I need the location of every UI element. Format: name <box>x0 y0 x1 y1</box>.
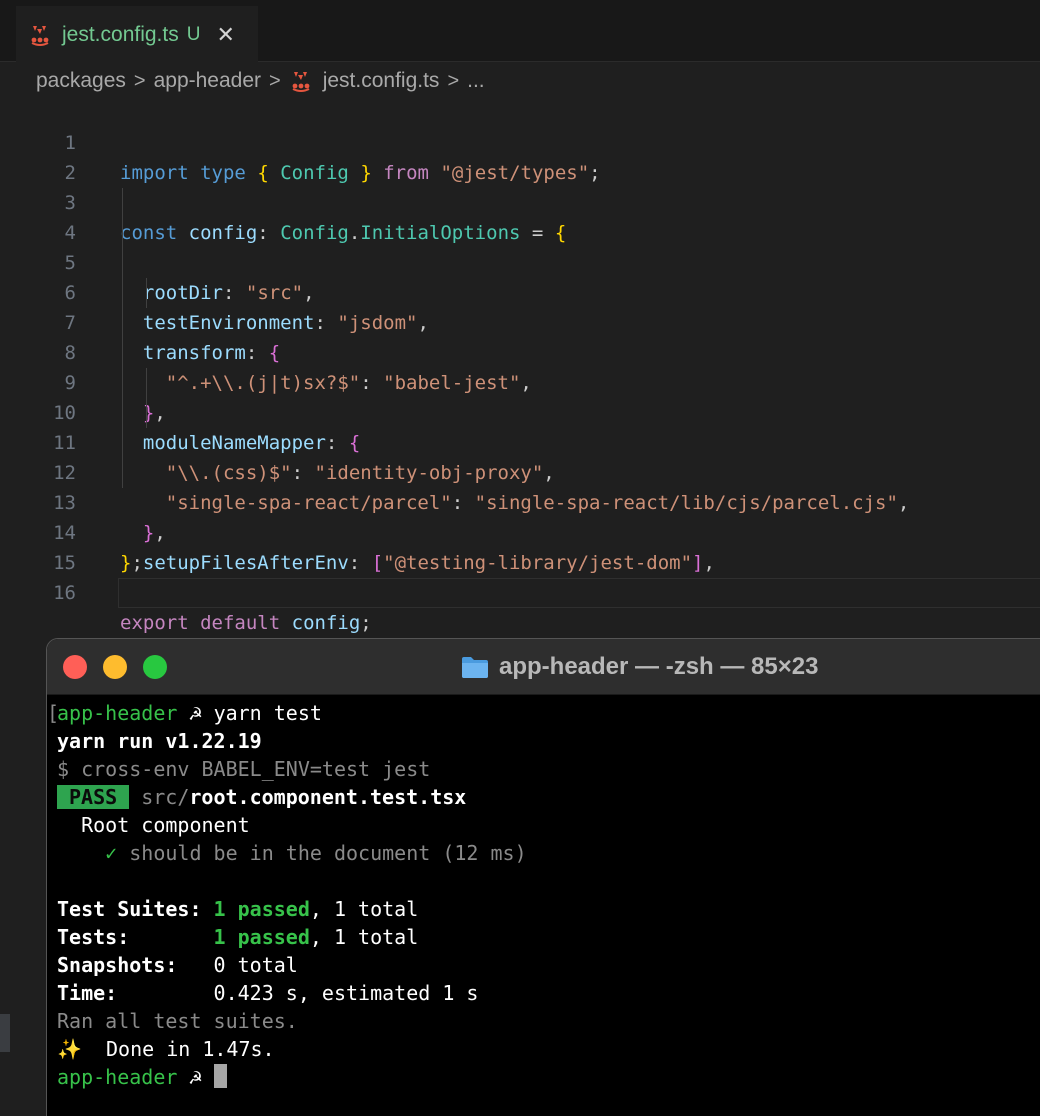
terminal-titlebar[interactable]: app-header — -zsh — 85×23 <box>47 639 1040 695</box>
terminal-line: [app-header ☭ yarn test <box>47 701 322 725</box>
terminal-output[interactable]: [app-header ☭ yarn test yarn run v1.22.1… <box>47 699 1040 1091</box>
code-line: 14 }; <box>0 488 1040 574</box>
code-line: 5 testEnvironment: "jsdom", <box>0 218 1040 334</box>
terminal-line: Test Suites: 1 passed, 1 total <box>57 897 419 921</box>
chevron-right-icon: > <box>269 69 281 92</box>
tab-file-name: jest.config.ts <box>62 22 179 46</box>
code-line: 4 rootDir: "src", <box>0 188 1040 304</box>
terminal-title: app-header — -zsh — 85×23 <box>461 651 818 683</box>
git-status-badge: U <box>186 23 201 45</box>
close-icon[interactable]: ✕ <box>216 22 234 48</box>
scrollbar-marker <box>0 1014 10 1052</box>
close-window-button[interactable] <box>63 655 87 679</box>
code-line: 6 transform: { <box>0 248 1040 364</box>
terminal-line: Snapshots: 0 total <box>57 953 298 977</box>
code-line: 15 <box>0 518 1040 574</box>
breadcrumb: packages > app-header > jest.config.ts >… <box>36 66 485 96</box>
current-line-highlight <box>118 578 1040 608</box>
code-line: 8 }, <box>0 308 1040 424</box>
maximize-window-button[interactable] <box>143 655 167 679</box>
code-line: 9 moduleNameMapper: { <box>0 338 1040 454</box>
tab-jest-config[interactable]: jest.config.ts U ✕ <box>16 6 258 62</box>
code-area[interactable]: 1 import type { Config } from "@jest/typ… <box>0 98 1040 664</box>
terminal-line: Ran all test suites. <box>57 1009 298 1033</box>
terminal-line: yarn run v1.22.19 <box>57 729 262 753</box>
code-line: 16 export default config; <box>0 548 1040 634</box>
terminal-line: ✨ Done in 1.47s. <box>57 1037 275 1061</box>
breadcrumb-item-file[interactable]: jest.config.ts <box>323 69 440 93</box>
prompt-glyph: ☭ <box>189 701 202 725</box>
code-line: 10 "\\.(css)$": "identity-obj-proxy", <box>0 368 1040 484</box>
code-line: 7 "^.+\\.(j|t)sx?$": "babel-jest", <box>0 278 1040 394</box>
prompt-dir: app-header <box>57 1065 178 1089</box>
chevron-right-icon: > <box>447 69 460 92</box>
prompt-glyph: ☭ <box>189 1065 202 1089</box>
code-line: 3 const config: Config.InitialOptions = … <box>0 158 1040 244</box>
folder-icon <box>461 655 489 679</box>
terminal-title-text: app-header — -zsh — 85×23 <box>499 653 819 680</box>
jest-icon <box>28 23 52 47</box>
breadcrumb-item-symbols[interactable]: ... <box>467 69 485 93</box>
editor-tab-bar: jest.config.ts U ✕ <box>0 6 1040 62</box>
code-line: 13 setupFilesAfterEnv: ["@testing-librar… <box>0 458 1040 574</box>
code-line: 11 "single-spa-react/parcel": "single-sp… <box>0 398 1040 514</box>
chevron-right-icon: > <box>133 69 146 92</box>
code-line: 2 <box>0 128 1040 184</box>
terminal-cursor[interactable] <box>213 1064 227 1088</box>
command-text: yarn test <box>213 701 322 725</box>
code-line: 12 }, <box>0 428 1040 544</box>
prompt-dir: app-header <box>57 701 178 725</box>
jest-icon <box>289 69 313 93</box>
code-line-current[interactable]: 17 <box>0 578 1040 664</box>
terminal-line: Time: 0.423 s, estimated 1 s <box>57 981 479 1005</box>
terminal-line: ✓ should be in the document (12 ms) <box>105 841 527 865</box>
breadcrumb-item-packages[interactable]: packages <box>36 69 126 93</box>
terminal-line: app-header ☭ <box>47 1063 1040 1091</box>
sparkle-icon: ✨ <box>57 1037 82 1061</box>
terminal-line: Root component <box>81 813 250 837</box>
code-line: 1 import type { Config } from "@jest/typ… <box>0 98 1040 184</box>
breadcrumb-item-app-header[interactable]: app-header <box>154 69 261 93</box>
terminal-window[interactable]: app-header — -zsh — 85×23 [app-header ☭ … <box>46 638 1040 1116</box>
pass-badge: PASS <box>57 785 130 809</box>
terminal-line: PASS src/root.component.test.tsx <box>47 783 1040 811</box>
terminal-line: Tests: 1 passed, 1 total <box>57 925 419 949</box>
minimize-window-button[interactable] <box>103 655 127 679</box>
check-icon: ✓ <box>105 841 118 865</box>
terminal-line: $ cross-env BABEL_ENV=test jest <box>57 757 431 781</box>
